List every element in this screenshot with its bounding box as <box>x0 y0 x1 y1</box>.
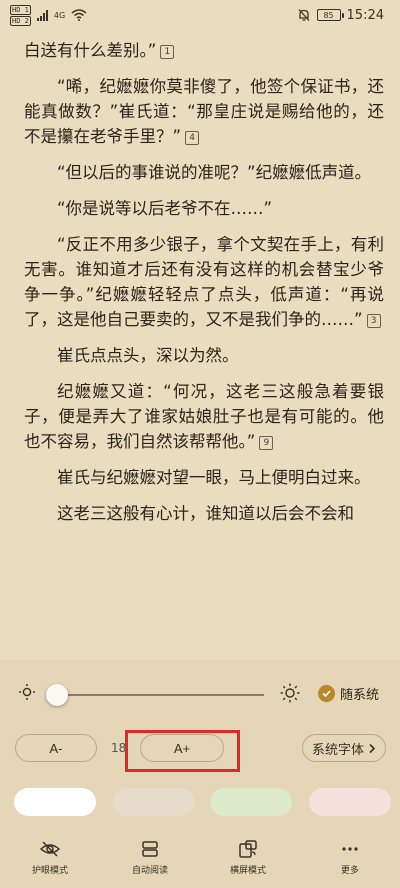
sim2-badge: HD 2 <box>10 15 31 26</box>
sim-indicators: HD 1 HD 2 <box>10 4 31 26</box>
paragraph: 这老三这般有心计，谁知道以后会不会和 <box>24 501 384 526</box>
chevron-right-icon <box>369 743 376 753</box>
wifi-icon <box>71 9 87 21</box>
brightness-slider[interactable] <box>46 694 264 696</box>
brightness-low-icon <box>19 684 35 700</box>
bottom-nav: 护眼模式 自动阅读 横屏模式 更多 <box>0 838 400 888</box>
font-face-label: 系统字体 <box>311 741 364 757</box>
paragraph-text: “反正不用多少银子，拿个文契在手上，有利无害。谁知道才后还有没有这样的机会替宝少… <box>24 235 384 329</box>
battery-icon: 85 <box>316 9 344 21</box>
paragraph: “反正不用多少银子，拿个文契在手上，有利无害。谁知道才后还有没有这样的机会替宝少… <box>24 232 384 332</box>
battery-level: 85 <box>323 10 334 20</box>
check-icon <box>318 685 335 702</box>
font-size-value: 18 <box>111 741 127 755</box>
more-icon <box>342 847 358 851</box>
auto-read-icon <box>142 841 158 857</box>
paragraph-text: 这老三这般有心计，谁知道以后会不会和 <box>57 504 354 523</box>
paragraph-text: 崔氏点点头，深以为然。 <box>57 346 239 365</box>
footnote-marker[interactable]: 1 <box>160 44 175 59</box>
follow-system-toggle[interactable]: 随系统 <box>318 684 379 703</box>
paragraph: 白送有什么差别。” 1 <box>24 38 384 63</box>
paragraph-text: 崔氏与纪嬷嬷对望一眼，马上便明白过来。 <box>57 468 371 487</box>
brightness-slider-handle[interactable] <box>45 684 68 706</box>
reading-settings-panel: 随系统 A- 18 A+ 系统字体 护眼模式 自动阅读 横屏模式 更多 <box>0 660 400 888</box>
status-left: HD 1 HD 2 4G <box>10 4 87 26</box>
footnote-marker[interactable]: 4 <box>185 130 200 145</box>
theme-swatch-green[interactable] <box>210 788 292 816</box>
paragraph-text: 纪嬷嬷又道：“何况，这老三这般急着要银子，便是弄大了谁家姑娘肚子也是有可能的。他… <box>24 382 384 451</box>
theme-swatches <box>0 788 400 818</box>
nav-eye-protection[interactable]: 护眼模式 <box>10 838 90 876</box>
paragraph-text: “唏，纪嬷嬷你莫非傻了，他签个保证书，还能真做数？”崔氏道：“那皇庄说是赐给他的… <box>24 77 384 146</box>
highlight-annotation <box>125 730 240 772</box>
eye-off-icon <box>39 841 61 857</box>
paragraph: 崔氏与纪嬷嬷对望一眼，马上便明白过来。 <box>24 465 384 490</box>
footnote-marker[interactable]: 9 <box>259 435 274 450</box>
font-face-button[interactable]: 系统字体 <box>302 734 386 762</box>
nav-label: 自动阅读 <box>131 866 168 876</box>
theme-swatch-beige[interactable] <box>113 788 195 816</box>
theme-swatch-pink[interactable] <box>309 788 391 816</box>
follow-system-label: 随系统 <box>340 688 380 703</box>
mute-bell-icon <box>298 9 310 21</box>
paragraph: “但以后的事谁说的准呢？”纪嬷嬷低声道。 <box>24 160 384 185</box>
brightness-row: 随系统 <box>0 682 400 708</box>
font-size-row: A- 18 A+ 系统字体 <box>0 730 400 772</box>
footnote-marker[interactable]: 3 <box>366 313 381 328</box>
status-right: 85 15:24 <box>297 8 384 23</box>
paragraph: 纪嬷嬷又道：“何况，这老三这般急着要银子，便是弄大了谁家姑娘肚子也是有可能的。他… <box>24 379 384 454</box>
paragraph-text: “你是说等以后老爷不在……” <box>57 199 273 218</box>
theme-swatch-white[interactable] <box>14 788 96 816</box>
paragraph-text: 白送有什么差别。” <box>24 41 157 60</box>
rotate-screen-icon <box>239 840 257 858</box>
nav-label: 护眼模式 <box>31 866 68 876</box>
paragraph: “唏，纪嬷嬷你莫非傻了，他签个保证书，还能真做数？”崔氏道：“那皇庄说是赐给他的… <box>24 74 384 149</box>
paragraph-text: “但以后的事谁说的准呢？”纪嬷嬷低声道。 <box>57 163 372 182</box>
clock: 15:24 <box>346 7 384 23</box>
paragraph: 崔氏点点头，深以为然。 <box>24 343 384 368</box>
nav-auto-read[interactable]: 自动阅读 <box>110 838 190 876</box>
brightness-high-icon <box>280 683 300 703</box>
nav-label: 更多 <box>340 866 359 876</box>
nav-label: 横屏模式 <box>229 866 266 876</box>
nav-landscape[interactable]: 横屏模式 <box>208 838 288 876</box>
reading-content[interactable]: 白送有什么差别。” 1 “唏，纪嬷嬷你莫非傻了，他签个保证书，还能真做数？”崔氏道… <box>24 38 384 650</box>
status-bar: HD 1 HD 2 4G 85 15:24 <box>0 0 400 30</box>
nav-more[interactable]: 更多 <box>310 838 390 876</box>
paragraph: “你是说等以后老爷不在……” <box>24 196 384 221</box>
decrease-font-button[interactable]: A- <box>15 734 97 762</box>
signal-icon <box>36 9 48 21</box>
network-type: 4G <box>53 10 66 20</box>
sim1-badge: HD 1 <box>10 4 31 15</box>
